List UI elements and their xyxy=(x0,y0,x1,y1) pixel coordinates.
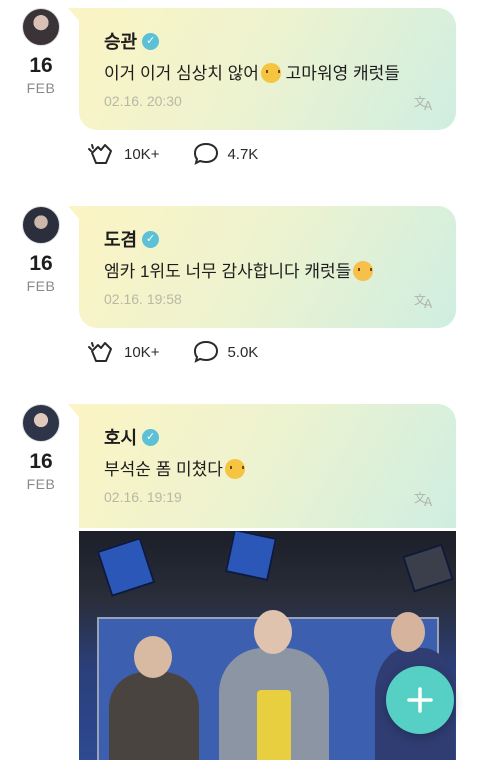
comment-button[interactable]: 5.0K xyxy=(193,340,258,364)
post-date-month: FEB xyxy=(26,476,56,492)
stage-cube-decoration xyxy=(96,537,156,597)
smiling-face-with-hearts-icon xyxy=(353,261,374,281)
translate-icon[interactable]: 文A xyxy=(414,92,436,113)
person-figure xyxy=(391,612,425,652)
post-text-tail: 고마워영 캐럿들 xyxy=(280,64,400,83)
like-count: 10K+ xyxy=(124,145,160,163)
post-bubble[interactable]: 도겸 ✓ 엠카 1위도 너무 감사합니다 캐럿들 02.16. 19:58 文A xyxy=(68,206,456,328)
post-text: 부석순 폼 미쳤다 xyxy=(104,455,245,480)
person-figure xyxy=(257,690,291,760)
post-text: 이거 이거 심상치 않어 고마워영 캐럿들 xyxy=(104,59,400,84)
author-avatar[interactable] xyxy=(22,404,60,442)
compose-button[interactable] xyxy=(386,666,454,734)
translate-icon[interactable]: 文A xyxy=(414,488,436,509)
post-date-day: 16 xyxy=(29,54,53,77)
post-text: 엠카 1위도 너무 감사합니다 캐럿들 xyxy=(104,257,374,282)
post-bubble[interactable]: 승관 ✓ 이거 이거 심상치 않어 고마워영 캐럿들 02.16. 20:30 … xyxy=(68,8,456,130)
person-figure xyxy=(109,672,199,760)
person-figure xyxy=(254,610,292,654)
clap-icon xyxy=(88,342,112,362)
author-name: 도겸 xyxy=(104,230,138,250)
comment-button[interactable]: 4.7K xyxy=(193,142,258,166)
svg-text:A: A xyxy=(424,99,433,112)
comment-icon xyxy=(194,340,219,363)
author-name: 호시 xyxy=(104,428,138,448)
author-name: 승관 xyxy=(104,32,138,52)
post-text-main: 이거 이거 심상치 않어 xyxy=(104,64,259,83)
plus-icon xyxy=(407,687,433,713)
translate-icon[interactable]: 文A xyxy=(414,290,436,311)
post-date-day: 16 xyxy=(29,252,53,275)
comment-count: 5.0K xyxy=(227,343,259,361)
post-time: 02.16. 19:58 xyxy=(104,291,182,307)
post-text-main: 엠카 1위도 너무 감사합니다 캐럿들 xyxy=(104,262,352,281)
shushing-face-icon xyxy=(260,63,281,83)
svg-text:A: A xyxy=(424,495,433,508)
post-date-month: FEB xyxy=(26,80,56,96)
clap-icon xyxy=(88,144,112,164)
verified-icon: ✓ xyxy=(142,32,160,50)
verified-icon: ✓ xyxy=(142,230,160,248)
comment-count: 4.7K xyxy=(227,145,259,163)
svg-text:A: A xyxy=(424,297,433,310)
hugging-face-icon xyxy=(224,459,245,479)
like-button[interactable]: 10K+ xyxy=(86,339,159,365)
post-2: 16 FEB 도겸 ✓ 엠카 1위도 너무 감사합니다 캐럿들 02.16. 1… xyxy=(0,206,480,376)
person-figure xyxy=(134,636,172,678)
post-time: 02.16. 20:30 xyxy=(104,93,182,109)
verified-icon: ✓ xyxy=(142,428,160,446)
stage-cube-decoration xyxy=(402,543,454,593)
like-button[interactable]: 10K+ xyxy=(86,141,159,167)
comment-icon xyxy=(194,142,219,165)
post-date-day: 16 xyxy=(29,450,53,473)
author-avatar[interactable] xyxy=(22,206,60,244)
stage-cube-decoration xyxy=(224,531,278,582)
post-1: 16 FEB 승관 ✓ 이거 이거 심상치 않어 고마워영 캐럿들 02.16.… xyxy=(0,8,480,178)
like-count: 10K+ xyxy=(124,343,160,361)
post-time: 02.16. 19:19 xyxy=(104,489,182,505)
post-text-main: 부석순 폼 미쳤다 xyxy=(104,460,223,479)
post-date-month: FEB xyxy=(26,278,56,294)
author-avatar[interactable] xyxy=(22,8,60,46)
post-bubble[interactable]: 호시 ✓ 부석순 폼 미쳤다 02.16. 19:19 文A xyxy=(68,404,456,528)
